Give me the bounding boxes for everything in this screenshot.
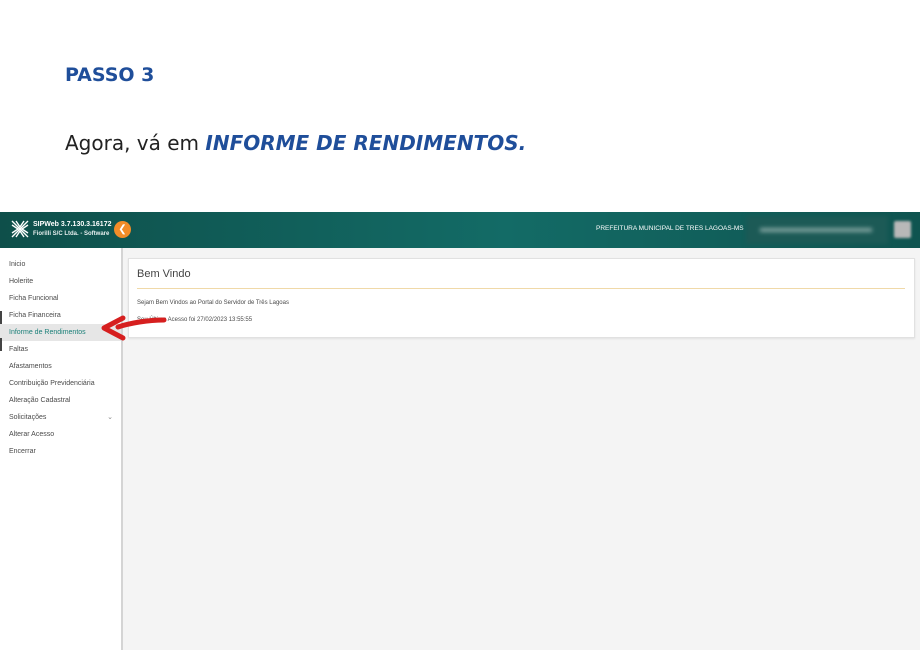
instruction-emphasis: INFORME DE RENDIMENTOS.: [205, 131, 527, 155]
step-heading: PASSO 3: [65, 64, 155, 86]
sipweb-logo-icon: [11, 220, 29, 238]
instruction-text: Agora, vá em INFORME DE RENDIMENTOS.: [65, 131, 526, 155]
sidebar-item-label: Solicitações: [9, 414, 47, 421]
vendor-label: Fiorilli S/C Ltda. - Software: [33, 231, 110, 237]
chevron-down-icon: ⌄: [107, 414, 113, 421]
sidebar-item-alteracao-cadastral[interactable]: Alteração Cadastral: [0, 392, 121, 409]
sidebar-item-inicio[interactable]: Inicio: [0, 256, 121, 273]
user-name-redacted[interactable]: [746, 216, 888, 244]
app-version-label: SIPWeb 3.7.130.3.16172: [33, 221, 112, 228]
card-divider: [137, 288, 905, 289]
welcome-card: Bem Vindo Sejam Bem Vindos ao Portal do …: [128, 258, 915, 338]
window-edge-mark: [0, 338, 2, 351]
user-avatar[interactable]: [894, 221, 911, 238]
sidebar-item-ficha-funcional[interactable]: Ficha Funcional: [0, 290, 121, 307]
sidebar-item-alterar-acesso[interactable]: Alterar Acesso: [0, 426, 121, 443]
top-bar: SIPWeb 3.7.130.3.16172 Fiorilli S/C Ltda…: [0, 212, 920, 248]
instruction-prefix: Agora, vá em: [65, 131, 206, 155]
card-title: Bem Vindo: [137, 268, 191, 280]
sidebar-item-holerite[interactable]: Holerite: [0, 273, 121, 290]
welcome-message: Sejam Bem Vindos ao Portal do Servidor d…: [137, 300, 289, 306]
organization-name: PREFEITURA MUNICIPAL DE TRES LAGOAS-MS: [596, 225, 744, 232]
window-edge-mark: [0, 311, 2, 324]
red-arrow-pointer: [101, 315, 167, 341]
sidebar-item-solicitacoes[interactable]: Solicitações ⌄: [0, 409, 121, 426]
sidebar-item-afastamentos[interactable]: Afastamentos: [0, 358, 121, 375]
app-screenshot: SIPWeb 3.7.130.3.16172 Fiorilli S/C Ltda…: [0, 212, 920, 650]
sidebar-item-contribuicao-previdenciaria[interactable]: Contribuição Previdenciária: [0, 375, 121, 392]
sidebar-item-encerrar[interactable]: Encerrar: [0, 443, 121, 460]
chevron-left-icon: ❮: [118, 224, 127, 235]
collapse-sidebar-button[interactable]: ❮: [114, 221, 131, 238]
